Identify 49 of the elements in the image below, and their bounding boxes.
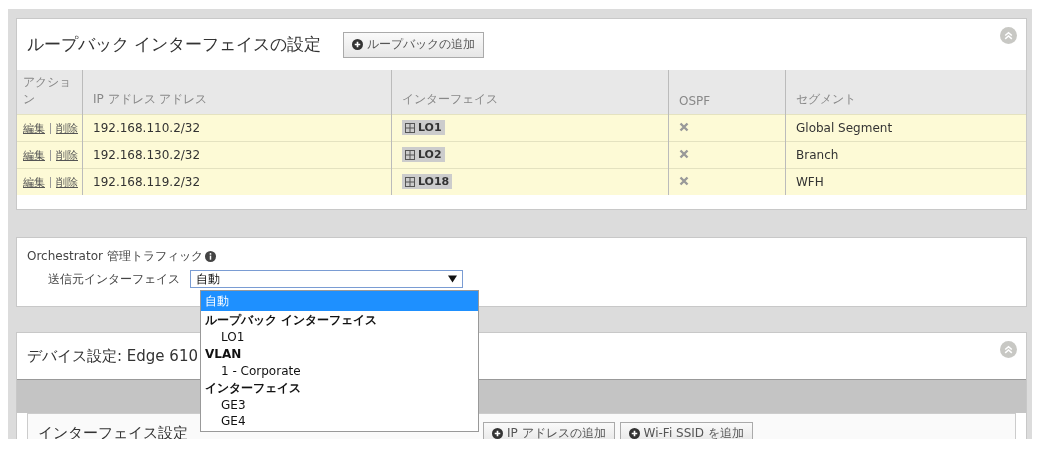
interface-tag: LO18 (402, 174, 453, 190)
edit-link[interactable]: 編集 (23, 148, 45, 162)
add-button[interactable]: Wi-Fi SSID を追加 (619, 422, 753, 439)
dropdown-option[interactable]: LO1 (201, 329, 478, 345)
panel-title: ループバック インターフェイスの設定 (27, 33, 322, 56)
cross-icon (679, 149, 689, 159)
dropdown-option[interactable]: 1 - Corporate (201, 363, 478, 379)
column-header: OSPF (668, 70, 786, 115)
collapse-icon[interactable] (1000, 341, 1017, 358)
plus-icon (492, 427, 503, 439)
option-group-label: VLAN (204, 346, 243, 363)
delete-link[interactable]: 削除 (56, 121, 78, 135)
interface-tag: LO2 (402, 147, 445, 163)
plus-icon (352, 39, 364, 50)
edit-link[interactable]: 編集 (23, 175, 45, 189)
source-interface-select[interactable]: 自動 (190, 270, 463, 288)
cross-icon (679, 122, 689, 132)
interface-tag: LO1 (402, 120, 445, 136)
grid-icon (405, 149, 415, 160)
edit-link[interactable]: 編集 (23, 121, 45, 135)
plus-icon (628, 427, 640, 439)
table-cell: Global Segment (785, 114, 1026, 142)
table-cell: 192.168.119.2/32 (82, 168, 392, 195)
add-button[interactable]: IP アドレスの追加 (483, 422, 615, 439)
delete-link[interactable]: 削除 (56, 148, 78, 162)
delete-link[interactable]: 削除 (56, 175, 78, 189)
panel-title: デバイス設定: Edge 610 (27, 346, 198, 366)
field-label: 送信元インターフェイス (48, 270, 180, 288)
grid-icon (405, 176, 415, 187)
option-group-label: ループバック インターフェイス (204, 312, 379, 329)
table-cell: WFH (785, 168, 1026, 195)
column-header: セグメント (785, 70, 1026, 115)
column-header: アクション (17, 70, 83, 115)
collapse-icon[interactable] (1000, 27, 1017, 44)
info-icon[interactable] (204, 251, 216, 262)
cross-icon (679, 176, 689, 186)
column-header: IP アドレス アドレス (82, 70, 392, 115)
column-header: インターフェイス (391, 70, 669, 115)
section-label: Orchestrator 管理トラフィック (27, 248, 203, 265)
table-cell: 192.168.110.2/32 (82, 114, 392, 142)
option-group-label: インターフェイス (204, 380, 302, 397)
dropdown-option[interactable]: GE3 (201, 397, 478, 413)
panel-title: インターフェイス設定 (38, 423, 189, 439)
table-cell: Branch (785, 141, 1026, 169)
caret-icon (448, 275, 457, 283)
dropdown-option[interactable]: GE4 (201, 413, 478, 429)
table-cell: 192.168.130.2/32 (82, 141, 392, 169)
add-loopback-button[interactable]: ループバックの追加 (343, 31, 485, 58)
grid-icon (405, 122, 415, 133)
